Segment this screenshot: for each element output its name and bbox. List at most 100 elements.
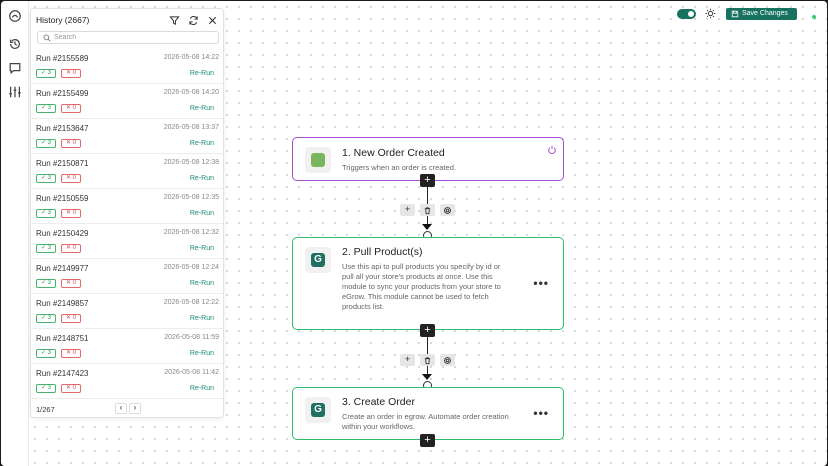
run-date: 2026-05-08 12:35	[163, 194, 219, 201]
settings-icon[interactable]	[440, 204, 455, 216]
run-id: Run #2155499	[36, 89, 89, 98]
step-icon-box	[305, 147, 331, 173]
success-count-badge: ✓ 3	[36, 244, 56, 253]
run-id: Run #2148751	[36, 334, 89, 343]
step-icon-box: G	[305, 247, 331, 273]
rerun-link[interactable]: Re-Run	[190, 385, 214, 392]
run-row[interactable]: Run #2150559 2026-05-08 12:35 ✓ 3 ✕ 0 Re…	[31, 189, 223, 224]
run-date: 2026-05-08 14:22	[163, 54, 219, 61]
rerun-link[interactable]: Re-Run	[190, 350, 214, 357]
step-description: Use this api to pull products you specif…	[342, 262, 501, 311]
run-row[interactable]: Run #2153647 2026-05-08 13:37 ✓ 3 ✕ 0 Re…	[31, 119, 223, 154]
success-count-badge: ✓ 3	[36, 104, 56, 113]
run-id: Run #2149857	[36, 299, 89, 308]
run-row[interactable]: Run #2148751 2026-05-08 11:59 ✓ 3 ✕ 0 Re…	[31, 329, 223, 364]
chat-icon[interactable]	[8, 61, 22, 75]
success-count-badge: ✓ 3	[36, 139, 56, 148]
add-step-button[interactable]: +	[420, 174, 435, 187]
run-row[interactable]: Run #2155589 2026-05-08 14:22 ✓ 3 ✕ 0 Re…	[31, 49, 223, 84]
run-date: 2026-05-08 11:59	[164, 334, 219, 341]
next-page-button[interactable]: ›	[129, 403, 141, 414]
history-panel: History (2667) Run #2155589 2026-05-08 1…	[30, 8, 224, 418]
save-icon	[731, 10, 739, 18]
delete-icon[interactable]	[420, 354, 435, 366]
search-input[interactable]	[54, 32, 214, 43]
egrow-icon: G	[311, 253, 325, 267]
history-title: History (2667)	[36, 15, 90, 25]
history-header: History (2667)	[31, 12, 223, 30]
history-icon[interactable]	[8, 37, 22, 51]
sliders-icon[interactable]	[8, 85, 22, 99]
run-id: Run #2147423	[36, 369, 89, 378]
rerun-link[interactable]: Re-Run	[190, 175, 214, 182]
run-row[interactable]: Run #2150429 2026-05-08 12:32 ✓ 3 ✕ 0 Re…	[31, 224, 223, 259]
egrow-icon: G	[311, 403, 325, 417]
step-title: 1. New Order Created	[342, 147, 445, 159]
run-list: Run #2155589 2026-05-08 14:22 ✓ 3 ✕ 0 Re…	[31, 49, 223, 399]
success-count-badge: ✓ 3	[36, 69, 56, 78]
success-count-badge: ✓ 3	[36, 279, 56, 288]
step-icon-box: G	[305, 397, 331, 423]
rerun-link[interactable]: Re-Run	[190, 105, 214, 112]
run-row[interactable]: Run #2147423 2026-05-08 11:42 ✓ 3 ✕ 0 Re…	[31, 364, 223, 399]
rerun-link[interactable]: Re-Run	[190, 210, 214, 217]
trigger-icon[interactable]	[547, 142, 557, 154]
connector-arrow	[422, 374, 432, 380]
success-count-badge: ✓ 3	[36, 209, 56, 218]
add-step-button[interactable]: +	[420, 434, 435, 447]
filter-icon[interactable]	[169, 15, 180, 26]
add-between-button[interactable]: +	[400, 204, 415, 216]
failure-count-badge: ✕ 0	[61, 279, 81, 288]
run-row[interactable]: Run #2149857 2026-05-08 12:22 ✓ 3 ✕ 0 Re…	[31, 294, 223, 329]
run-row[interactable]: Run #2150871 2026-05-08 12:38 ✓ 3 ✕ 0 Re…	[31, 154, 223, 189]
run-id: Run #2153647	[36, 124, 89, 133]
status-dot	[812, 15, 816, 19]
shopify-icon	[311, 153, 325, 167]
run-id: Run #2150429	[36, 229, 89, 238]
close-icon[interactable]	[207, 15, 218, 26]
prev-page-button[interactable]: ‹	[115, 403, 127, 414]
settings-icon[interactable]	[440, 354, 455, 366]
save-changes-button[interactable]: Save Changes	[726, 8, 797, 20]
step-title: 3. Create Order	[342, 396, 415, 408]
add-between-button[interactable]: +	[400, 354, 415, 366]
success-count-badge: ✓ 3	[36, 384, 56, 393]
run-date: 2026-05-08 14:20	[163, 89, 219, 96]
run-id: Run #2155589	[36, 54, 89, 63]
rerun-link[interactable]: Re-Run	[190, 140, 214, 147]
history-search[interactable]	[37, 31, 219, 44]
failure-count-badge: ✕ 0	[61, 209, 81, 218]
failure-count-badge: ✕ 0	[61, 139, 81, 148]
home-icon[interactable]	[8, 9, 22, 23]
add-step-button[interactable]: +	[420, 324, 435, 337]
rerun-link[interactable]: Re-Run	[190, 245, 214, 252]
sun-icon[interactable]	[705, 8, 716, 19]
failure-count-badge: ✕ 0	[61, 69, 81, 78]
success-count-badge: ✓ 3	[36, 174, 56, 183]
rerun-link[interactable]: Re-Run	[190, 315, 214, 322]
flow-step-3[interactable]: G 3. Create Order Create an order in egr…	[292, 387, 564, 440]
search-icon	[43, 34, 51, 42]
more-options-button[interactable]: •••	[533, 276, 549, 290]
step-description: Triggers when an order is created.	[342, 163, 456, 172]
rerun-link[interactable]: Re-Run	[190, 70, 214, 77]
failure-count-badge: ✕ 0	[61, 174, 81, 183]
auto-mode-toggle[interactable]	[677, 9, 696, 19]
success-count-badge: ✓ 3	[36, 314, 56, 323]
left-sidebar	[1, 1, 29, 466]
run-date: 2026-05-08 13:37	[163, 124, 219, 131]
step-title: 2. Pull Product(s)	[342, 246, 423, 258]
delete-icon[interactable]	[420, 204, 435, 216]
run-row[interactable]: Run #2155499 2026-05-08 14:20 ✓ 3 ✕ 0 Re…	[31, 84, 223, 119]
run-date: 2026-05-08 12:38	[163, 159, 219, 166]
more-options-button[interactable]: •••	[533, 406, 549, 420]
run-id: Run #2149977	[36, 264, 89, 273]
flow-step-2[interactable]: G 2. Pull Product(s) Use this api to pul…	[292, 237, 564, 330]
refresh-icon[interactable]	[188, 15, 199, 26]
run-date: 2026-05-08 12:22	[163, 299, 219, 306]
page-indicator: 1/267	[36, 405, 55, 414]
run-date: 2026-05-08 11:42	[164, 369, 219, 376]
step-description: Create an order in egrow. Automate order…	[342, 412, 509, 431]
run-row[interactable]: Run #2149977 2026-05-08 12:24 ✓ 3 ✕ 0 Re…	[31, 259, 223, 294]
rerun-link[interactable]: Re-Run	[190, 280, 214, 287]
